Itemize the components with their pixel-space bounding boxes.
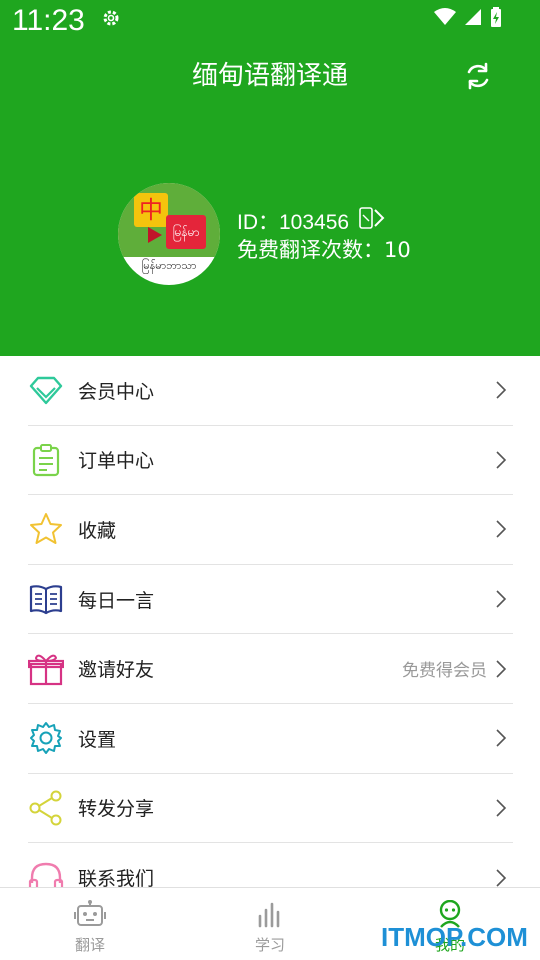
- avatar-chinese-char: 中: [134, 193, 168, 227]
- refresh-icon: [467, 62, 489, 90]
- avatar-caption: မြန်မာဘာသာ: [141, 259, 197, 272]
- chevron-right-icon: [496, 451, 507, 469]
- gift-icon: [28, 651, 64, 687]
- menu-item-share[interactable]: 转发分享: [28, 774, 513, 844]
- menu-item-membership[interactable]: 会员中心: [28, 356, 513, 426]
- menu-item-label: 订单中心: [78, 450, 155, 473]
- avatar-arrow-icon: [148, 227, 162, 243]
- avatar[interactable]: 中 မြန်မာ မြန်မာဘာသာ: [118, 183, 220, 285]
- watermark: ITMOP.COM: [381, 922, 528, 952]
- chevron-right-icon: [496, 590, 507, 608]
- settings-status-icon: [101, 8, 121, 28]
- refresh-button[interactable]: [462, 60, 494, 92]
- user-id-row[interactable]: ID：103456: [237, 206, 385, 236]
- battery-icon: [490, 7, 502, 27]
- wifi-icon: [434, 8, 456, 26]
- bars-icon: [255, 900, 285, 932]
- chevron-right-icon: [373, 208, 385, 234]
- status-time: 11:23: [12, 4, 85, 37]
- menu-item-settings[interactable]: 设置: [28, 704, 513, 774]
- menu-item-orders[interactable]: 订单中心: [28, 426, 513, 496]
- clipboard-icon: [28, 442, 64, 478]
- menu-item-label: 转发分享: [78, 798, 155, 821]
- profile-menu: 会员中心 订单中心 收藏 每日一言 邀请好友 免费得会员 设置 转发分享 联系我…: [0, 356, 540, 913]
- menu-item-favorites[interactable]: 收藏: [28, 495, 513, 565]
- phone-icon: [359, 207, 373, 235]
- menu-item-label: 会员中心: [78, 380, 155, 403]
- share-icon: [28, 790, 64, 826]
- nav-tab-study[interactable]: 学习: [180, 888, 360, 960]
- chevron-right-icon: [496, 660, 507, 678]
- nav-tab-label: 学习: [254, 936, 285, 954]
- free-translation-count: 免费翻译次数：10: [237, 238, 411, 262]
- menu-item-invite-friends[interactable]: 邀请好友 免费得会员: [28, 634, 513, 704]
- nav-tab-translate[interactable]: 翻译: [0, 888, 180, 960]
- menu-item-label: 每日一言: [78, 589, 155, 612]
- chevron-right-icon: [496, 729, 507, 747]
- chevron-right-icon: [496, 799, 507, 817]
- user-id: ID：103456: [237, 211, 350, 234]
- gear-icon: [28, 720, 64, 756]
- menu-item-daily-quote[interactable]: 每日一言: [28, 565, 513, 635]
- menu-item-extra: 免费得会员: [402, 661, 487, 682]
- star-icon: [28, 511, 64, 547]
- avatar-myanmar-text: မြန်မာ: [166, 215, 206, 249]
- robot-icon: [74, 900, 106, 932]
- signal-icon: [464, 8, 482, 26]
- menu-item-label: 邀请好友: [78, 659, 155, 682]
- diamond-icon: [28, 372, 64, 408]
- chevron-right-icon: [496, 520, 507, 539]
- menu-item-label: 设置: [78, 728, 117, 751]
- chevron-right-icon: [496, 869, 507, 887]
- status-bar: 11:23: [0, 0, 540, 44]
- menu-item-label: 收藏: [78, 519, 117, 542]
- book-icon: [28, 581, 64, 617]
- page-title: 缅甸语翻译通: [191, 61, 348, 91]
- status-indicators: [434, 6, 502, 28]
- chevron-right-icon: [496, 381, 507, 399]
- nav-tab-label: 翻译: [74, 936, 105, 954]
- profile-header: 11:23 缅甸语翻译通 中 မြန်မာ မြန်မာဘာသာ ID：1034…: [0, 0, 540, 356]
